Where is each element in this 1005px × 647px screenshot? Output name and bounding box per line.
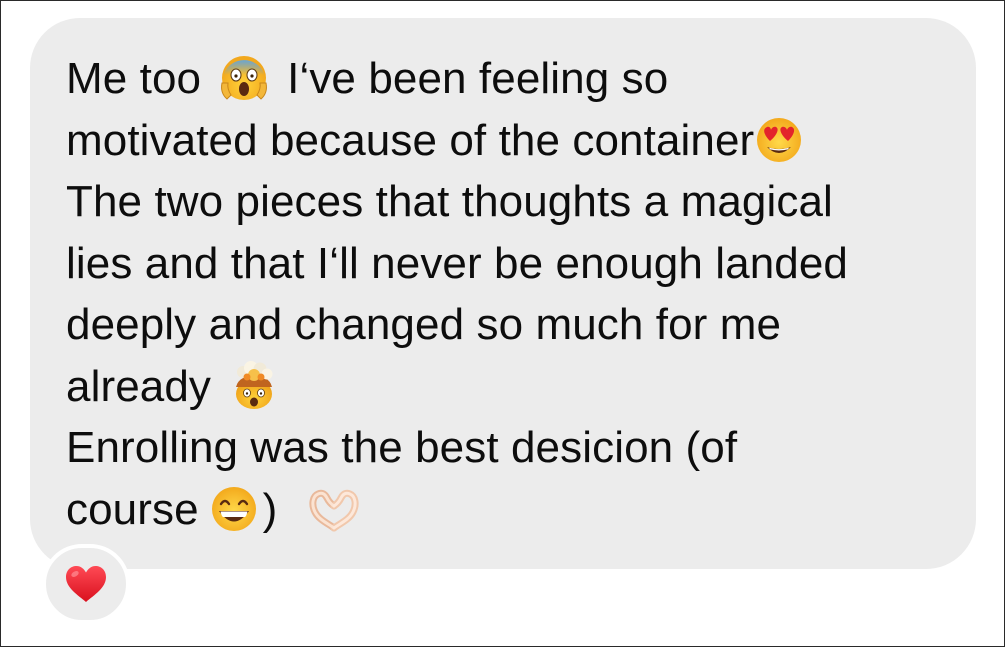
text-segment: Me too [66, 54, 202, 103]
text-segment: motivated because of the container [66, 115, 755, 165]
text-segment: already [66, 361, 212, 411]
message-line-1: Me too I‘ve been feeling so [66, 48, 946, 110]
grinning-face-emoji [209, 484, 259, 534]
heart-eyes-emoji [754, 115, 804, 165]
heart-hands-emoji [303, 484, 365, 534]
message-line-6: already [66, 356, 946, 418]
message-line-7: Enrolling was the best desicion (of [66, 423, 738, 472]
reaction-badge[interactable] [42, 544, 130, 624]
exploding-head-emoji [229, 360, 279, 411]
screaming-face-emoji [219, 53, 269, 103]
message-line-4: lies and that I‘ll never be enough lande… [66, 238, 849, 288]
message-text: Me too I‘ve been feeling so motivated be… [66, 48, 946, 540]
message-line-5: deeply and changed so much for me [66, 300, 782, 349]
text-segment: course [66, 484, 199, 534]
text-segment: ) [262, 484, 278, 534]
red-heart-icon [66, 566, 106, 602]
message-line-3: The two pieces that thoughts a magical [66, 177, 833, 226]
message-line-8: course ) [66, 479, 946, 541]
text-segment: I‘ve been feeling so [287, 54, 669, 103]
message-line-2: motivated because of the container [66, 110, 946, 172]
